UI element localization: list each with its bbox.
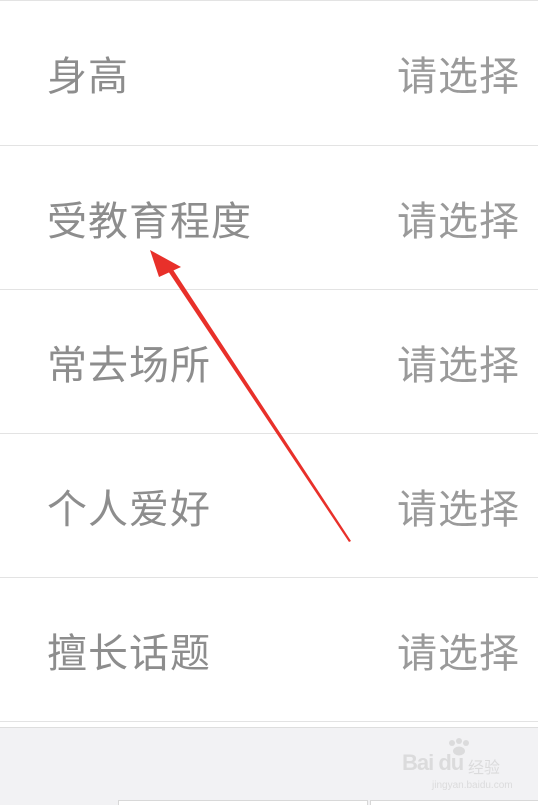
field-label: 个人爱好 <box>47 486 211 533</box>
watermark-url: jingyan.baidu.com <box>432 780 513 791</box>
field-row-hobbies[interactable]: 个人爱好 请选择 <box>0 434 538 578</box>
field-label: 常去场所 <box>47 342 211 389</box>
baidu-jingyan-watermark: Bai du 经验 jingyan.baidu.com <box>402 736 513 796</box>
field-row-topics[interactable]: 擅长话题 请选择 <box>0 578 538 722</box>
field-row-height[interactable]: 身高 请选择 <box>0 1 538 146</box>
baidu-logo-text: Bai du <box>402 750 464 775</box>
field-label: 受教育程度 <box>47 198 252 245</box>
jingyan-brand-text: 经验 <box>468 758 501 777</box>
profile-field-list: 身高 请选择 受教育程度 请选择 常去场所 请选择 个人爱好 请选择 擅长话题 … <box>0 0 538 722</box>
field-value-select[interactable]: 请选择 <box>397 477 520 535</box>
field-value-select[interactable]: 请选择 <box>397 333 520 391</box>
bottom-bar: Bai du 经验 jingyan.baidu.com <box>0 727 538 805</box>
bottom-tab[interactable] <box>118 800 368 805</box>
profile-settings-screen: 身高 请选择 受教育程度 请选择 常去场所 请选择 个人爱好 请选择 擅长话题 … <box>0 0 538 805</box>
field-label: 擅长话题 <box>47 630 211 677</box>
field-label: 身高 <box>47 54 129 100</box>
field-value-select[interactable]: 请选择 <box>397 44 520 102</box>
bottom-tab[interactable] <box>370 800 538 805</box>
field-row-frequent-places[interactable]: 常去场所 请选择 <box>0 290 538 434</box>
field-value-select[interactable]: 请选择 <box>397 189 520 247</box>
field-value-select[interactable]: 请选择 <box>397 621 520 679</box>
field-row-education[interactable]: 受教育程度 请选择 <box>0 146 538 290</box>
